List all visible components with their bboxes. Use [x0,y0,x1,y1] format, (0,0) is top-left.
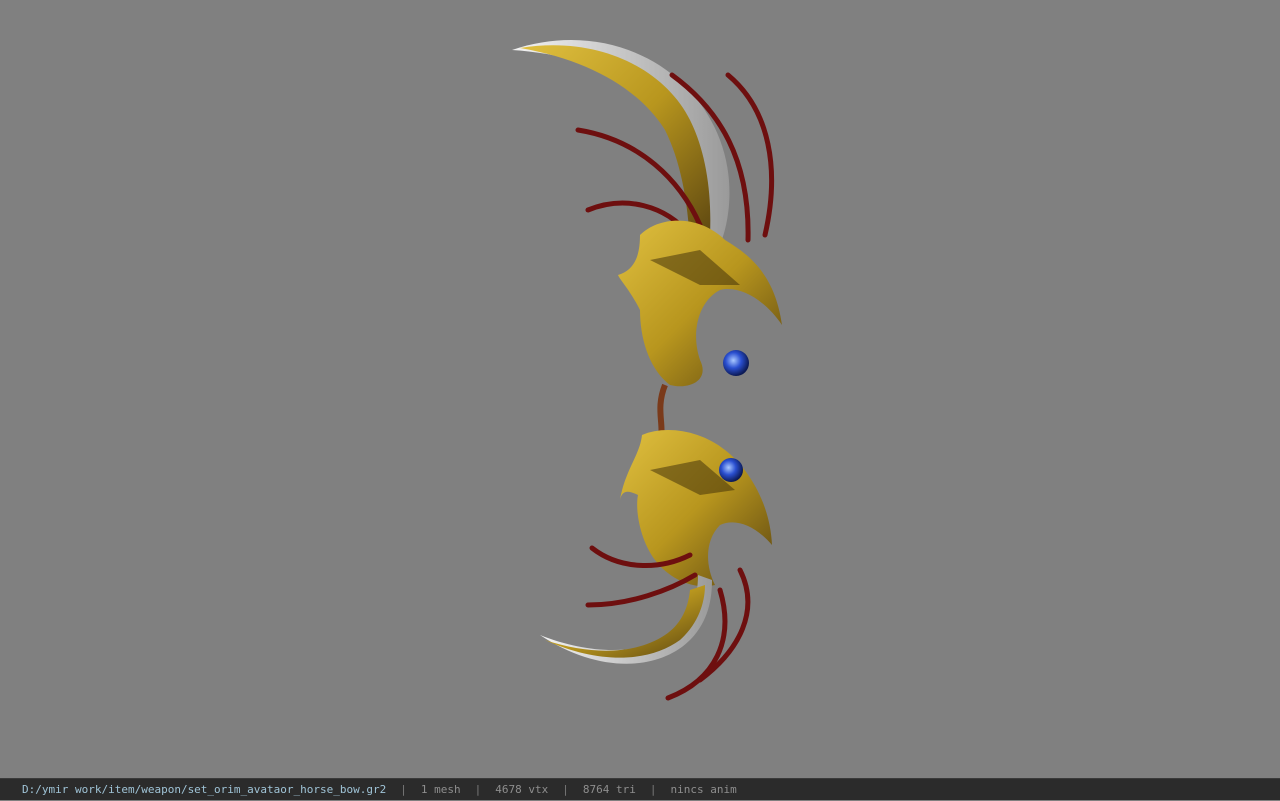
upper-gem [723,350,749,376]
lower-ornament [620,430,772,587]
status-bar: D:/ymir work/item/weapon/set_orim_avatao… [0,778,1280,800]
separator: | [649,783,657,796]
bow-model [512,40,782,701]
separator: | [474,783,482,796]
vertex-count: 4678 vtx [495,783,549,796]
upper-ornament [618,220,782,387]
triangle-count: 8764 tri [582,783,636,796]
file-path: D:/ymir work/item/weapon/set_orim_avatao… [22,783,387,796]
3d-viewport[interactable] [0,0,1280,778]
separator: | [562,783,569,796]
mesh-count: 1 mesh [420,783,461,796]
lower-gem [719,458,743,482]
separator: | [400,783,407,796]
lower-limb [540,575,712,664]
animation-status: nincs anim [670,783,737,796]
